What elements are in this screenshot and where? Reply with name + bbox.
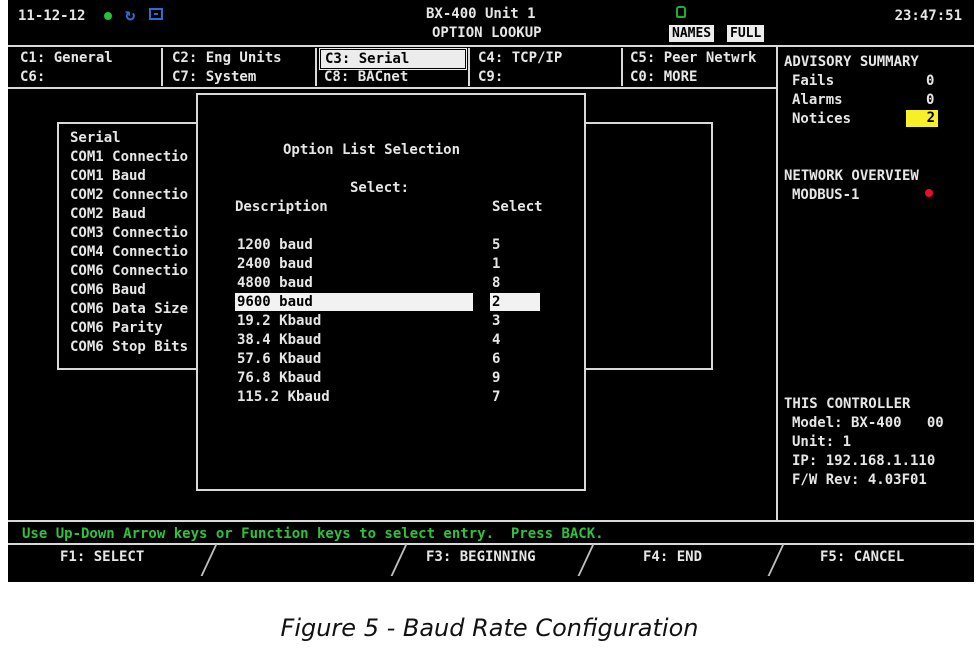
option-row[interactable]: 19.2 Kbaud — [237, 313, 321, 329]
option-row[interactable]: 115.2 Kbaud — [237, 389, 330, 405]
header-title: BX-400 Unit 1 — [426, 6, 536, 22]
tab-separator — [315, 48, 317, 86]
tab-bacnet[interactable]: C8: BACnet — [320, 68, 408, 86]
header-subtitle: OPTION LOOKUP — [432, 25, 542, 41]
option-key[interactable]: 5 — [492, 237, 500, 253]
tab-separator — [161, 48, 163, 86]
serial-list-item[interactable]: COM1 Baud — [70, 168, 146, 184]
status-message: Use Up-Down Arrow keys or Function keys … — [22, 526, 604, 542]
fkey-separator — [767, 544, 785, 576]
serial-list-item[interactable]: COM3 Connectio — [70, 225, 188, 241]
tab-serial[interactable]: C3: Serial — [319, 48, 467, 70]
network-overview-title: NETWORK OVERVIEW — [784, 168, 919, 184]
alarms-value: 0 — [926, 92, 935, 108]
option-row[interactable]: 38.4 Kbaud — [237, 332, 321, 348]
serial-list-item[interactable]: COM6 Stop Bits — [70, 339, 188, 355]
option-key[interactable]: 6 — [492, 351, 500, 367]
tab-separator — [621, 48, 623, 86]
tab-peer-network[interactable]: C5: Peer Netwrk — [626, 49, 756, 67]
fkey-separator — [577, 544, 595, 576]
serial-list-heading: Serial — [70, 130, 121, 146]
option-key[interactable]: 7 — [492, 389, 500, 405]
right-panel-divider — [776, 45, 778, 520]
dialog-title: Option List Selection — [283, 142, 461, 158]
option-row-selected[interactable]: 9600 baud — [237, 294, 313, 310]
tab-tcp-ip[interactable]: C4: TCP/IP — [474, 49, 562, 67]
option-row[interactable]: 2400 baud — [237, 256, 313, 272]
notices-value[interactable]: 2 — [906, 110, 938, 127]
alarms-label: Alarms — [792, 92, 843, 108]
network-icon — [149, 8, 163, 20]
serial-list-item[interactable]: COM6 Connectio — [70, 263, 188, 279]
status-divider-top — [8, 520, 974, 522]
fkey-separator — [390, 544, 408, 576]
tab-system[interactable]: C7: System — [168, 68, 256, 86]
option-row[interactable]: 4800 baud — [237, 275, 313, 291]
column-header-description: Description — [235, 199, 328, 215]
full-toggle[interactable]: FULL — [727, 25, 765, 42]
controller-ip: IP: 192.168.1.110 — [792, 453, 936, 469]
serial-list-item[interactable]: COM4 Connectio — [70, 244, 188, 260]
option-row[interactable]: 1200 baud — [237, 237, 313, 253]
option-key[interactable]: 8 — [492, 275, 500, 291]
refresh-icon: ↻ — [125, 5, 136, 25]
advisory-summary-title: ADVISORY SUMMARY — [784, 54, 919, 70]
lock-icon — [676, 6, 686, 18]
column-header-select: Select — [492, 199, 543, 215]
tab-eng-units[interactable]: C2: Eng Units — [168, 49, 282, 67]
serial-list-item[interactable]: COM6 Baud — [70, 282, 146, 298]
notices-label: Notices — [792, 111, 852, 127]
option-row[interactable]: 76.8 Kbaud — [237, 370, 321, 386]
controller-model: Model: BX-400 00 — [792, 415, 944, 431]
dialog-select-prompt: Select: — [350, 180, 410, 196]
header-date: 11-12-12 — [18, 8, 86, 24]
fails-label: Fails — [792, 73, 835, 89]
option-row[interactable]: 57.6 Kbaud — [237, 351, 321, 367]
tab-separator — [468, 48, 470, 86]
fkey-separator — [200, 544, 218, 576]
serial-list-item[interactable]: COM6 Data Size — [70, 301, 188, 317]
header-time: 23:47:51 — [894, 8, 962, 24]
tabs-divider — [8, 87, 776, 89]
controller-firmware: F/W Rev: 4.03F01 — [792, 472, 927, 488]
tab-c9[interactable]: C9: — [474, 68, 503, 86]
f1-select-button[interactable]: F1: SELECT — [60, 549, 144, 565]
f5-cancel-button[interactable]: F5: CANCEL — [820, 549, 904, 565]
fails-value: 0 — [926, 73, 935, 89]
tab-c6[interactable]: C6: — [16, 68, 45, 86]
serial-list-item[interactable]: COM2 Connectio — [70, 187, 188, 203]
serial-list-item[interactable]: COM6 Parity — [70, 320, 163, 336]
names-toggle[interactable]: NAMES — [669, 25, 715, 42]
f4-end-button[interactable]: F4: END — [643, 549, 702, 565]
alert-red-dot-icon — [925, 189, 933, 197]
f3-beginning-button[interactable]: F3: BEGINNING — [426, 549, 536, 565]
serial-list-item[interactable]: COM1 Connectio — [70, 149, 188, 165]
option-key[interactable]: 1 — [492, 256, 500, 272]
option-key[interactable]: 3 — [492, 313, 500, 329]
figure-caption: Figure 5 - Baud Rate Configuration — [280, 614, 699, 642]
serial-list-item[interactable]: COM2 Baud — [70, 206, 146, 222]
option-key[interactable]: 4 — [492, 332, 500, 348]
tab-general[interactable]: C1: General — [16, 49, 113, 67]
header-divider — [8, 45, 974, 47]
option-key-selected[interactable]: 2 — [492, 294, 500, 310]
controller-unit: Unit: 1 — [792, 434, 852, 450]
controller-screen: 11-12-12 ↻ BX-400 Unit 1 OPTION LOOKUP N… — [8, 0, 974, 582]
option-key[interactable]: 9 — [492, 370, 500, 386]
status-divider-bottom — [8, 543, 974, 545]
this-controller-title: THIS CONTROLLER — [784, 396, 911, 412]
tab-more[interactable]: C0: MORE — [626, 68, 697, 86]
status-green-dot-icon — [104, 12, 112, 20]
network-item-modbus[interactable]: MODBUS-1 — [792, 187, 859, 203]
